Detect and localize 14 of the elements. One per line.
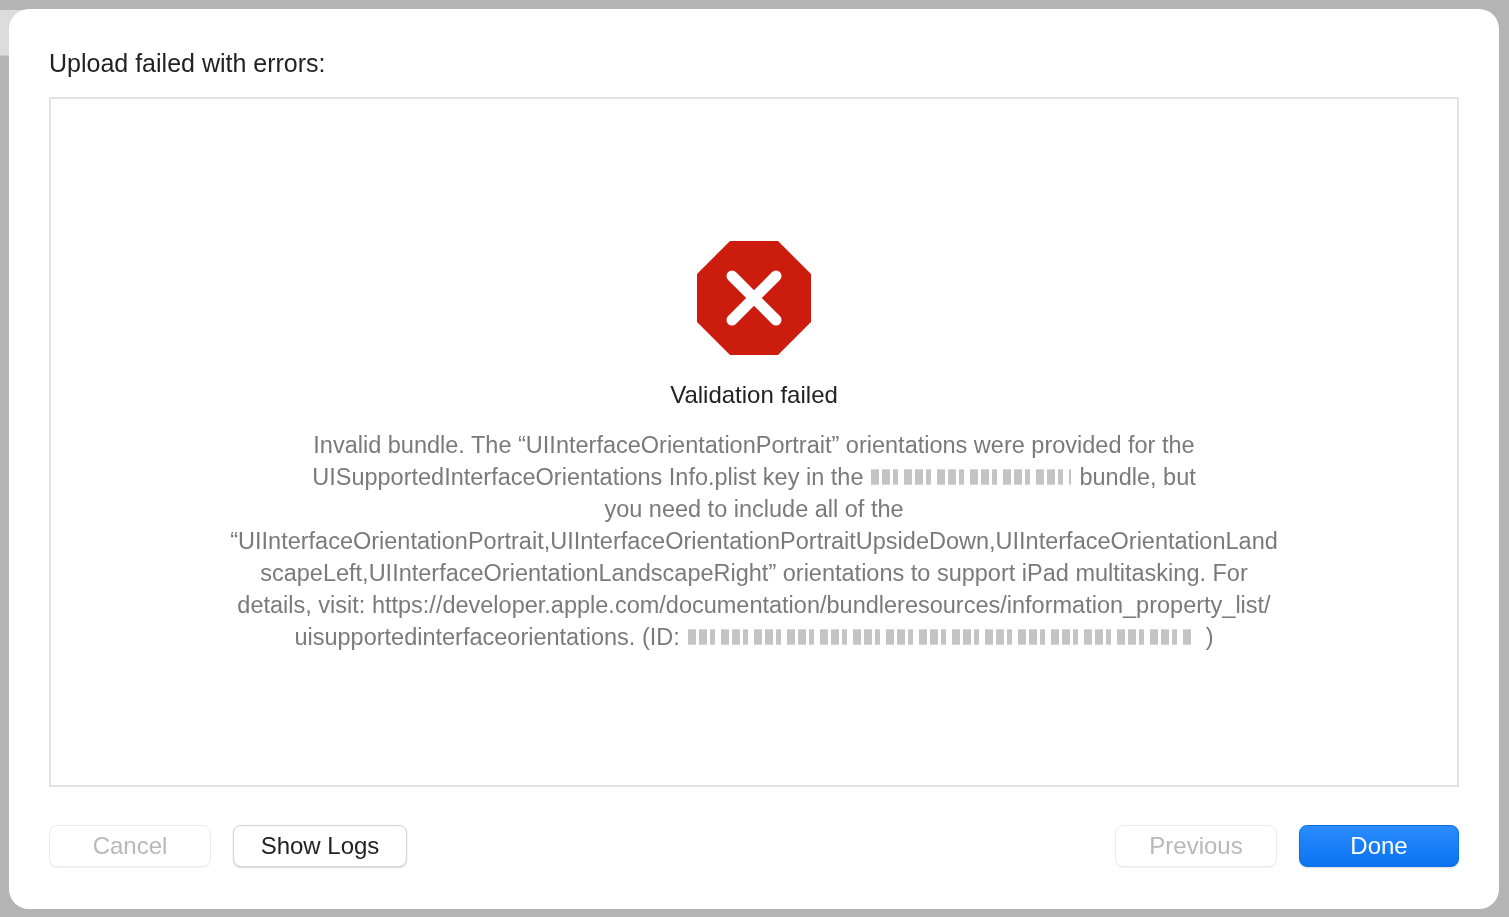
- dialog-title: Upload failed with errors:: [49, 49, 327, 79]
- validation-heading: Validation failed: [670, 381, 838, 409]
- message-text: “UIInterfaceOrientationPortrait,UIInterfaceOrientationPortraitUpsideDown,UIInterfaceOrientationLand: [230, 527, 1278, 556]
- message-text: details, visit: https://developer.apple.com/documentation/bundleresources/information_property_list/: [237, 591, 1271, 620]
- message-text: uisupportedinterfaceorientations. (ID:: [294, 623, 680, 652]
- error-stop-icon: [697, 241, 811, 355]
- message-text: UISupportedInterfaceOrientations Info.plist key in the: [312, 463, 864, 492]
- message-text: you need to include all of the: [604, 495, 904, 524]
- message-text: Invalid bundle. The “UIInterfaceOrientationPortrait” orientations were provided for the: [313, 431, 1195, 460]
- dialog-button[interactable]: Show Logs: [233, 825, 407, 867]
- dialog-button[interactable]: Done: [1299, 825, 1459, 867]
- message-text: ): [1205, 623, 1214, 652]
- message-text: bundle, but: [1079, 463, 1196, 492]
- message-text: scapeLeft,UIInterfaceOrientationLandscapeRight” orientations to support iPad multitasking. For: [260, 559, 1248, 588]
